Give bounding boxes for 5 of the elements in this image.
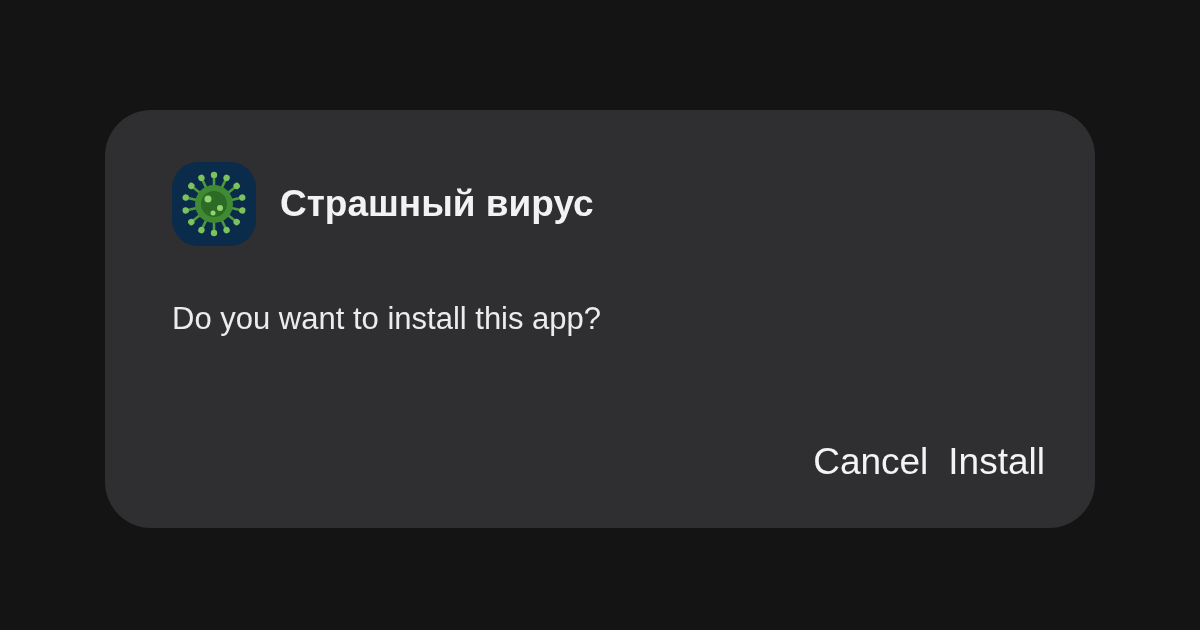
virus-icon	[172, 162, 256, 246]
cancel-button[interactable]: Cancel	[807, 437, 935, 487]
app-name: Страшный вирус	[280, 183, 594, 225]
dialog-message: Do you want to install this app?	[172, 301, 602, 337]
install-button[interactable]: Install	[942, 437, 1051, 487]
